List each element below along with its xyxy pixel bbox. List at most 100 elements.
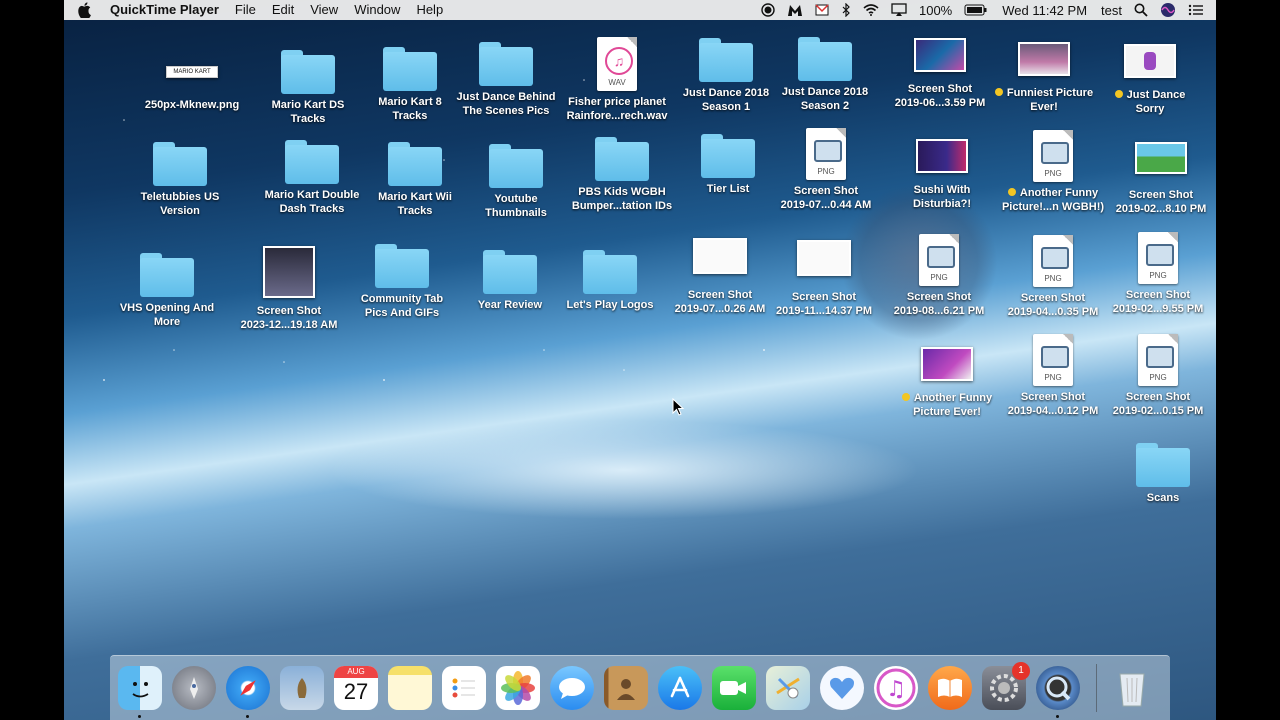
desktop-folder-pbs-kids[interactable]: PBS Kids WGBH Bumper...tation IDs xyxy=(562,137,682,213)
desktop-file-just-dance-sorry[interactable]: Just Dance Sorry xyxy=(1090,44,1210,116)
png-file-icon: PNG xyxy=(1033,130,1073,182)
desktop-file-screenshot-2019-06[interactable]: Screen Shot 2019-06...3.59 PM xyxy=(880,38,1000,110)
dock-safari-icon[interactable] xyxy=(226,666,270,710)
user-name[interactable]: test xyxy=(1095,0,1128,20)
dock-separator xyxy=(1096,664,1097,712)
wifi-icon[interactable] xyxy=(857,0,885,20)
desktop-file-funniest-picture[interactable]: Funniest Picture Ever! xyxy=(984,42,1104,114)
png-file-icon: PNG xyxy=(1138,334,1178,386)
record-icon[interactable] xyxy=(755,0,781,20)
desktop-file-250px-mknew[interactable]: MARIO KART 250px-Mknew.png xyxy=(132,50,252,112)
png-file-icon: PNG xyxy=(1033,334,1073,386)
screenshot-thumbnail xyxy=(1018,42,1070,76)
screenshot-thumbnail xyxy=(1124,44,1176,78)
dock-calendar-icon[interactable]: AUG 27 xyxy=(334,666,378,710)
folder-label: Mario Kart DS Tracks xyxy=(271,99,345,125)
folder-label: Mario Kart Double Dash Tracks xyxy=(264,189,360,215)
desktop-folder-vhs-opening[interactable]: VHS Opening And More xyxy=(107,253,227,329)
desktop-file-screenshot-2019-04-a[interactable]: PNG Screen Shot 2019-04...0.35 PM xyxy=(993,235,1113,319)
folder-icon xyxy=(383,47,437,91)
desktop-folder-just-dance-bts[interactable]: Just Dance Behind The Scenes Pics xyxy=(446,42,566,118)
file-label: Screen Shot 2019-04...0.35 PM xyxy=(1007,292,1099,318)
desktop-folder-teletubbies[interactable]: Teletubbies US Version xyxy=(120,142,240,218)
file-label: Screen Shot 2019-02...9.55 PM xyxy=(1112,289,1204,315)
airplay-icon[interactable] xyxy=(885,0,913,20)
dock-mail-icon[interactable] xyxy=(280,666,324,710)
folder-label: Teletubbies US Version xyxy=(140,191,220,217)
menu-window[interactable]: Window xyxy=(346,0,408,20)
desktop-file-screenshot-2019-07-b[interactable]: Screen Shot 2019-07...0.26 AM xyxy=(660,238,780,316)
dock-elsewhere-icon[interactable] xyxy=(820,666,864,710)
dock-quicktime-icon[interactable] xyxy=(1036,666,1080,710)
desktop-file-screenshot-2019-02-c[interactable]: PNG Screen Shot 2019-02...0.15 PM xyxy=(1098,334,1216,418)
folder-label: Let's Play Logos xyxy=(566,299,654,311)
desktop-file-screenshot-2019-02-b[interactable]: PNG Screen Shot 2019-02...9.55 PM xyxy=(1098,232,1216,316)
spotlight-search-icon[interactable] xyxy=(1128,0,1154,20)
folder-icon xyxy=(375,244,429,288)
folder-label: Youtube Thumbnails xyxy=(485,193,547,219)
desktop-file-screenshot-2019-08[interactable]: PNG Screen Shot 2019-08...6.21 PM xyxy=(879,234,999,318)
apple-icon[interactable] xyxy=(78,0,94,20)
dock-contacts-icon[interactable] xyxy=(604,666,648,710)
dock-maps-icon[interactable] xyxy=(766,666,810,710)
battery-percent[interactable]: 100% xyxy=(913,0,958,20)
screenshot-thumbnail xyxy=(916,139,968,173)
clock[interactable]: Wed 11:42 PM xyxy=(994,0,1095,20)
file-label: Screen Shot 2019-08...6.21 PM xyxy=(893,291,985,317)
desktop-folder-mario-kart-dd[interactable]: Mario Kart Double Dash Tracks xyxy=(252,140,372,216)
menu-file[interactable]: File xyxy=(227,0,264,20)
folder-icon xyxy=(701,134,755,178)
menu-help[interactable]: Help xyxy=(408,0,451,20)
desktop[interactable]: QuickTime Player File Edit View Window H… xyxy=(64,0,1216,720)
folder-label: Year Review xyxy=(477,299,543,311)
folder-icon xyxy=(583,250,637,294)
desktop-file-another-funny-ever[interactable]: Another Funny Picture Ever! xyxy=(887,347,1007,419)
dock-photos-icon[interactable] xyxy=(496,666,540,710)
menu-app-name[interactable]: QuickTime Player xyxy=(102,0,227,20)
desktop-folder-community-tab[interactable]: Community Tab Pics And GIFs xyxy=(342,244,462,320)
dock-itunes-icon[interactable]: ♫ xyxy=(874,666,918,710)
desktop-file-sushi-disturbia[interactable]: Sushi With Disturbia?! xyxy=(882,139,1002,211)
dock-messages-icon[interactable] xyxy=(550,666,594,710)
desktop-file-screenshot-2019-11[interactable]: Screen Shot 2019-11...14.37 PM xyxy=(764,240,884,318)
desktop-file-screenshot-2019-07-a[interactable]: PNG Screen Shot 2019-07...0.44 AM xyxy=(766,128,886,212)
siri-icon[interactable] xyxy=(1154,0,1182,20)
file-label: Just Dance Sorry xyxy=(1114,88,1185,116)
menu-edit[interactable]: Edit xyxy=(264,0,302,20)
desktop-file-screenshot-2019-02-a[interactable]: Screen Shot 2019-02...8.10 PM xyxy=(1101,142,1216,216)
dock-launchpad-icon[interactable] xyxy=(172,666,216,710)
desktop-folder-jd2018-s2[interactable]: Just Dance 2018 Season 2 xyxy=(765,37,885,113)
desktop-file-fisher-price-wav[interactable]: ♫ WAV Fisher price planet Rainfore...rec… xyxy=(557,37,677,123)
notification-center-icon[interactable] xyxy=(1182,0,1216,20)
battery-icon[interactable] xyxy=(958,0,994,20)
dock-finder-icon[interactable] xyxy=(118,666,162,710)
desktop-folder-scans[interactable]: Scans xyxy=(1103,443,1216,505)
dock-facetime-icon[interactable] xyxy=(712,666,756,710)
file-label: Sushi With Disturbia?! xyxy=(912,184,972,210)
svg-text:♫: ♫ xyxy=(886,677,906,702)
folder-icon xyxy=(483,250,537,294)
desktop-file-screenshot-2019-04-b[interactable]: PNG Screen Shot 2019-04...0.12 PM xyxy=(993,334,1113,418)
wav-file-icon: ♫ WAV xyxy=(597,37,637,91)
png-file-icon: PNG xyxy=(919,234,959,286)
file-label: Screen Shot 2019-02...8.10 PM xyxy=(1115,189,1207,215)
dock-reminders-icon[interactable] xyxy=(442,666,486,710)
desktop-folder-lets-play-logos[interactable]: Let's Play Logos xyxy=(550,250,670,312)
menu-view[interactable]: View xyxy=(302,0,346,20)
folder-icon xyxy=(595,137,649,181)
folder-icon xyxy=(153,142,207,186)
notification-badge: 1 xyxy=(1012,662,1030,680)
dock-system-preferences-icon[interactable]: 1 xyxy=(982,662,1030,710)
malwarebytes-icon[interactable] xyxy=(781,0,809,20)
dock-trash-icon[interactable] xyxy=(1110,666,1154,710)
desktop-folder-youtube-thumbnails[interactable]: Youtube Thumbnails xyxy=(456,144,576,220)
desktop-file-screenshot-2023-12[interactable]: Screen Shot 2023-12...19.18 AM xyxy=(229,246,349,332)
folder-icon xyxy=(479,42,533,86)
file-label: Screen Shot 2019-04...0.12 PM xyxy=(1007,391,1099,417)
gmail-notifier-icon[interactable] xyxy=(809,0,835,20)
dock-ibooks-icon[interactable] xyxy=(928,666,972,710)
dock-app-store-icon[interactable] xyxy=(658,666,702,710)
dock-notes-icon[interactable] xyxy=(388,666,432,710)
bluetooth-icon[interactable] xyxy=(835,0,857,20)
desktop-file-another-funny-wgbh[interactable]: PNG Another Funny Picture!...n WGBH!) xyxy=(993,130,1113,214)
